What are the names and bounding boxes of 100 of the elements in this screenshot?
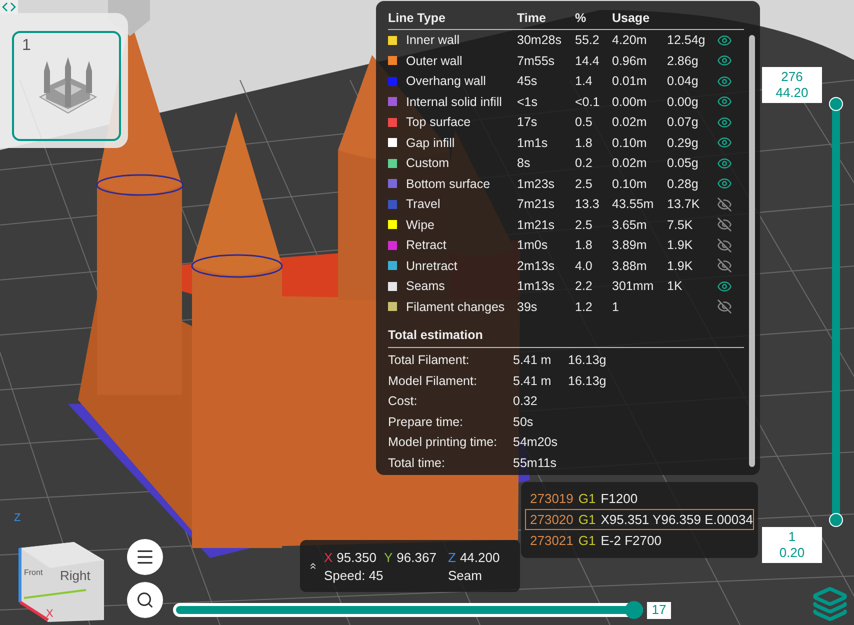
length-cell-text: 3.89m: [612, 237, 648, 254]
estimate-value: 50s: [513, 414, 534, 430]
line-type-name: Filament changes: [406, 298, 506, 316]
amount-cell-text: 0.28g: [667, 176, 700, 193]
length-cell-text: 0.10m: [612, 176, 648, 192]
percent-cell-text: 1.4: [575, 73, 594, 90]
time-cell-text: 45s: [517, 73, 538, 90]
gcode-line: 273019 G1 F1200: [529, 490, 639, 508]
move-slider[interactable]: [173, 601, 643, 619]
estimate-label: Cost:: [388, 393, 418, 410]
length-cell-text: 0.00m: [612, 94, 648, 110]
axis-label: X: [46, 608, 54, 620]
search-icon: [136, 591, 154, 609]
column-header: Time: [517, 11, 547, 25]
percent-cell-text: 0.5: [575, 114, 594, 131]
length-cell-text: 0.10m: [612, 134, 648, 152]
amount-cell-text: 0.07g: [667, 114, 700, 131]
collapse-toggle-icon[interactable]: [0, 0, 18, 14]
axis-label: Z: [14, 512, 21, 524]
line-type-name: Wipe: [406, 216, 436, 234]
line-type-name: Gap infill: [406, 134, 456, 152]
gcode-line: 273021 G1 E-2 F2700: [529, 532, 662, 550]
estimate-value: 5.41 m: [513, 372, 552, 390]
speed-value: Speed: 45: [324, 568, 384, 582]
percent-cell-text: 4.0: [575, 258, 594, 274]
layer-slider[interactable]: [832, 97, 840, 527]
column-header: %: [575, 11, 588, 25]
amount-cell-text: 0.29g: [667, 134, 700, 152]
percent-cell-text: 1.8: [575, 237, 594, 254]
length-cell-text: 0.02m: [612, 155, 648, 172]
percent-cell-text: 2.5: [575, 216, 594, 234]
amount-cell-text: 1K: [667, 278, 684, 295]
estimate-label: Prepare time:: [388, 414, 464, 431]
amount-cell-text: 2.86g: [667, 52, 700, 70]
percent-cell-text: 0.2: [575, 155, 594, 172]
line-type-name: Outer wall: [406, 52, 464, 70]
percent-cell-text: 2.5: [575, 176, 594, 192]
amount-cell-text: 13.7K: [667, 196, 701, 213]
amount-cell-text: 0.05g: [667, 155, 700, 172]
scrollbar[interactable]: [749, 35, 755, 467]
amount-cell-text: 0.04g: [667, 73, 700, 90]
amount-cell-text: 12.54g: [667, 32, 706, 49]
plate-thumbnail[interactable]: 1: [12, 31, 121, 141]
column-header: Usage: [612, 11, 651, 25]
plate-number: 1: [22, 37, 31, 55]
cube-face-label: Right: [60, 568, 90, 583]
length-cell-text: 0.96m: [612, 52, 648, 70]
estimate-value: 16.13g: [568, 372, 608, 390]
section-title: Total estimation: [388, 323, 744, 348]
line-type-name: Unretract: [406, 258, 458, 274]
time-cell-text: 1m13s: [517, 278, 556, 295]
estimate-value: 54m20s: [513, 434, 558, 451]
estimate-label: Total Filament:: [388, 352, 470, 369]
percent-cell-text: 1.2: [575, 298, 594, 316]
line-type-name: Overhang wall: [406, 73, 487, 90]
amount-cell-text: 1.9K: [667, 258, 694, 274]
amount-cell-text: 7.5K: [667, 216, 694, 234]
column-header: Line Type: [388, 11, 446, 25]
layer-label: 276 44.20: [762, 67, 822, 103]
line-type-name: Inner wall: [406, 32, 460, 49]
estimate-label: Model Filament:: [388, 372, 478, 390]
length-cell-text: 0.01m: [612, 73, 648, 90]
layer-label: 1 0.20: [762, 527, 822, 563]
time-cell-text: <1s: [517, 94, 539, 110]
coordinate-value: Y 96.367: [384, 550, 438, 564]
estimate-label: Total time:: [388, 454, 446, 472]
length-cell-text: 3.65m: [612, 216, 648, 234]
estimate-value: 5.41 m: [513, 352, 552, 369]
move-label: 17: [647, 602, 671, 619]
time-cell-text: 30m28s: [517, 32, 562, 49]
feature-type: Seam: [448, 568, 483, 582]
time-cell-text: 8s: [517, 155, 532, 172]
time-cell-text: 7m21s: [517, 196, 556, 213]
percent-cell-text: <0.1: [575, 94, 601, 110]
percent-cell-text: 1.8: [575, 134, 594, 152]
percent-cell-text: 2.2: [575, 278, 594, 295]
line-type-name: Bottom surface: [406, 176, 492, 192]
time-cell-text: 39s: [517, 298, 538, 316]
layers-icon[interactable]: [812, 586, 848, 622]
percent-cell-text: 55.2: [575, 32, 600, 49]
length-cell-text: 1: [612, 298, 620, 316]
amount-cell-text: 0.00g: [667, 94, 700, 111]
line-type-name: Retract: [406, 237, 448, 254]
estimate-value: 55m11s: [513, 454, 558, 472]
coordinate-value: Z 44.200: [448, 550, 501, 564]
line-type-name: Travel: [406, 196, 442, 213]
time-cell-text: 2m13s: [517, 258, 556, 274]
cube-face-label: Front: [24, 568, 43, 577]
time-cell-text: 1m23s: [517, 176, 556, 192]
percent-cell-text: 13.3: [575, 196, 600, 213]
line-type-name: Seams: [406, 278, 446, 295]
time-cell-text: 1m0s: [517, 237, 549, 254]
time-cell-text: 17s: [517, 114, 538, 131]
line-type-name: Top surface: [406, 114, 472, 131]
amount-cell-text: 1.9K: [667, 237, 694, 254]
length-cell-text: 43.55m: [612, 196, 655, 213]
length-cell-text: 0.02m: [612, 114, 648, 131]
estimate-value: 0.32: [513, 393, 538, 410]
length-cell-text: 3.88m: [612, 258, 648, 274]
estimate-value: 16.13g: [568, 352, 608, 369]
